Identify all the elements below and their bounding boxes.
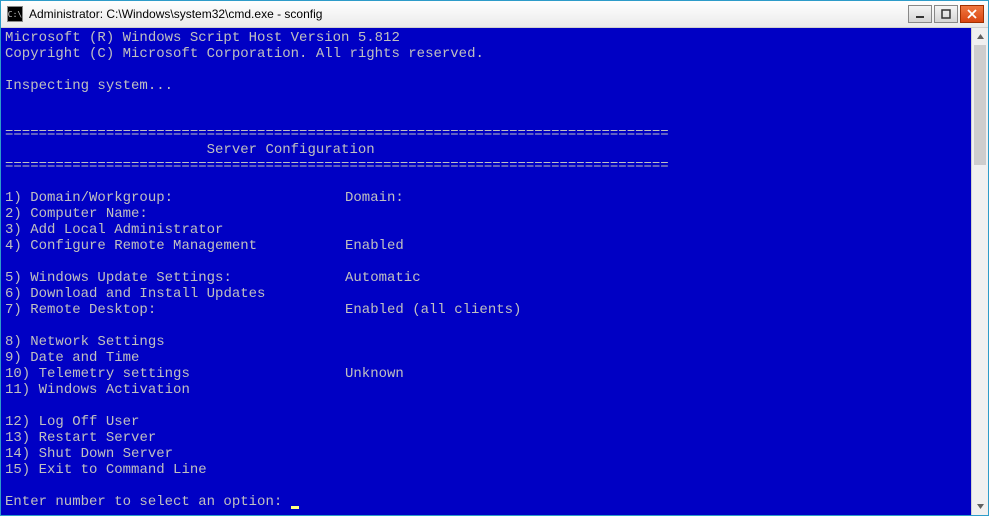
menu-item-12: 12) Log Off User — [5, 414, 967, 430]
header-line1: Microsoft (R) Windows Script Host Versio… — [5, 30, 400, 46]
menu-item-13: 13) Restart Server — [5, 430, 967, 446]
menu-item-9: 9) Date and Time — [5, 350, 967, 366]
close-button[interactable] — [960, 5, 984, 23]
inspecting-text: Inspecting system... — [5, 78, 173, 94]
scroll-thumb[interactable] — [974, 45, 986, 165]
menu-item-8: 8) Network Settings — [5, 334, 967, 350]
titlebar[interactable]: C:\ Administrator: C:\Windows\system32\c… — [1, 1, 988, 28]
menu-item-1: 1) Domain/Workgroup:Domain: — [5, 190, 967, 206]
console-output[interactable]: Microsoft (R) Windows Script Host Versio… — [1, 28, 971, 515]
maximize-button[interactable] — [934, 5, 958, 23]
scroll-track[interactable] — [972, 45, 988, 498]
menu-item-3: 3) Add Local Administrator — [5, 222, 967, 238]
menu-item-7: 7) Remote Desktop:Enabled (all clients) — [5, 302, 967, 318]
window-title: Administrator: C:\Windows\system32\cmd.e… — [29, 7, 908, 21]
menu-item-11: 11) Windows Activation — [5, 382, 967, 398]
client-area: Microsoft (R) Windows Script Host Versio… — [1, 28, 988, 515]
menu-item-5: 5) Windows Update Settings:Automatic — [5, 270, 967, 286]
divider-bottom: ========================================… — [5, 158, 669, 174]
cursor[interactable] — [291, 506, 299, 509]
header-line2: Copyright (C) Microsoft Corporation. All… — [5, 46, 484, 62]
menu-item-10: 10) Telemetry settingsUnknown — [5, 366, 967, 382]
scroll-up-button[interactable] — [972, 28, 988, 45]
menu-item-6: 6) Download and Install Updates — [5, 286, 967, 302]
menu-item-14: 14) Shut Down Server — [5, 446, 967, 462]
section-title: Server Configuration — [5, 142, 375, 158]
divider-top: ========================================… — [5, 126, 669, 142]
vertical-scrollbar[interactable] — [971, 28, 988, 515]
menu-item-15: 15) Exit to Command Line — [5, 462, 967, 478]
window-controls — [908, 1, 988, 27]
menu-item-2: 2) Computer Name: — [5, 206, 967, 222]
cmd-window: C:\ Administrator: C:\Windows\system32\c… — [0, 0, 989, 516]
scroll-down-button[interactable] — [972, 498, 988, 515]
minimize-button[interactable] — [908, 5, 932, 23]
menu-item-4: 4) Configure Remote ManagementEnabled — [5, 238, 967, 254]
cmd-icon: C:\ — [7, 6, 23, 22]
prompt-text: Enter number to select an option: — [5, 494, 291, 510]
